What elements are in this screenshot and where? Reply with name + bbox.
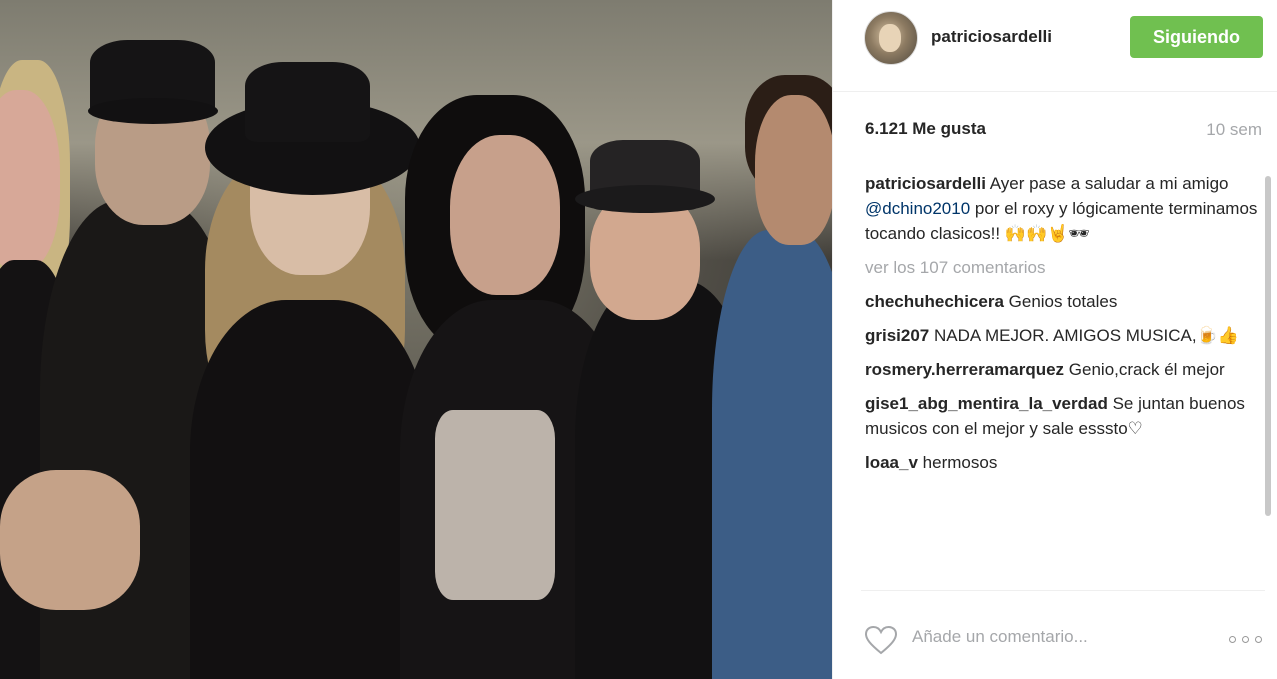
post-author-username[interactable]: patriciosardelli [931,27,1052,47]
caption-text-part-1: Ayer pase a saludar a mi amigo [989,174,1229,193]
avatar[interactable] [864,11,918,65]
comment-item: grisi207 NADA MEJOR. AMIGOS MUSICA,🍺👍 [865,323,1261,348]
scrollbar-thumb[interactable] [1265,176,1271,516]
post-header: patriciosardelli Siguiendo [833,0,1277,92]
post-meta: 6.121 Me gusta 10 sem [865,119,1265,145]
comment-item: gise1_abg_mentira_la_verdad Se juntan bu… [865,391,1261,441]
comment-item: loaa_v hermosos [865,450,1261,475]
comment-item: chechuhechicera Genios totales [865,289,1261,314]
comment-username[interactable]: rosmery.herreramarquez [865,360,1064,379]
comment-item: rosmery.herreramarquez Genio,crack él me… [865,357,1261,382]
post-footer: Añade un comentario... [861,590,1265,679]
caption-mention[interactable]: @dchino2010 [865,199,970,218]
comment-username[interactable]: loaa_v [865,453,918,472]
comment-text: Genios totales [1008,292,1118,311]
comments-scrollbar[interactable] [1264,176,1272,586]
add-comment-input[interactable]: Añade un comentario... [912,627,1088,647]
view-all-comments-link[interactable]: ver los 107 comentarios [865,255,1261,280]
comment-username[interactable]: chechuhechicera [865,292,1004,311]
post-photo[interactable] [0,0,832,679]
comment-text: hermosos [922,453,998,472]
following-button[interactable]: Siguiendo [1130,16,1263,58]
comment-text: Genio,crack él mejor [1068,360,1225,379]
post-time[interactable]: 10 sem [1206,120,1262,140]
likes-count[interactable]: 6.121 Me gusta [865,119,986,139]
heart-outline-icon[interactable] [864,625,898,655]
caption: patriciosardelli Ayer pase a saludar a m… [865,171,1261,246]
comment-text: NADA MEJOR. AMIGOS MUSICA,🍺👍 [934,326,1239,345]
comments-list: patriciosardelli Ayer pase a saludar a m… [865,171,1261,586]
comment-username[interactable]: grisi207 [865,326,929,345]
caption-username[interactable]: patriciosardelli [865,174,986,193]
more-options-icon[interactable] [1229,635,1265,645]
comment-username[interactable]: gise1_abg_mentira_la_verdad [865,394,1108,413]
post-details-panel: patriciosardelli Siguiendo 6.121 Me gust… [832,0,1277,679]
